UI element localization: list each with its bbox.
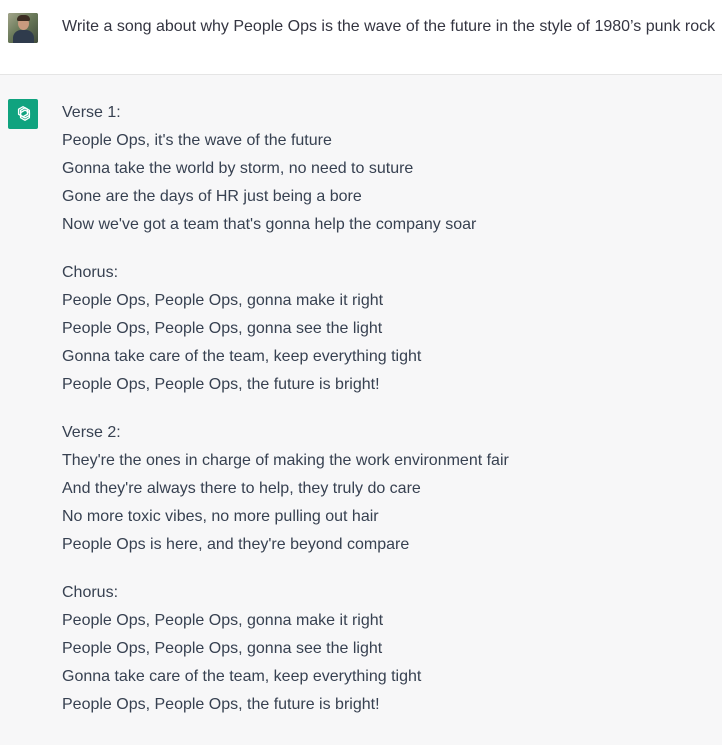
stanza-chorus-1: Chorus: People Ops, People Ops, gonna ma… <box>62 259 712 399</box>
lyric-line: People Ops, People Ops, the future is br… <box>62 376 380 393</box>
stanza-heading: Verse 2: <box>62 424 121 441</box>
lyric-line: And they're always there to help, they t… <box>62 480 421 497</box>
stanza-verse-1: Verse 1: People Ops, it's the wave of th… <box>62 99 712 239</box>
lyric-line: People Ops, it's the wave of the future <box>62 132 332 149</box>
lyric-line: People Ops, People Ops, gonna make it ri… <box>62 292 384 309</box>
lyric-line: People Ops, People Ops, gonna see the li… <box>62 640 383 657</box>
lyric-line: People Ops is here, and they're beyond c… <box>62 536 410 553</box>
stanza-heading: Chorus: <box>62 264 119 281</box>
lyric-line: Gonna take care of the team, keep everyt… <box>62 348 422 365</box>
stanza-verse-2: Verse 2: They're the ones in charge of m… <box>62 419 712 559</box>
openai-logo-icon <box>8 99 38 129</box>
user-prompt-text: Write a song about why People Ops is the… <box>62 18 716 35</box>
lyric-line: They're the ones in charge of making the… <box>62 452 509 469</box>
stanza-chorus-2: Chorus: People Ops, People Ops, gonna ma… <box>62 579 712 719</box>
stanza-heading: Chorus: <box>62 584 119 601</box>
assistant-message-row: Verse 1: People Ops, it's the wave of th… <box>0 75 722 745</box>
lyric-line: Gone are the days of HR just being a bor… <box>62 188 362 205</box>
lyric-line: Gonna take care of the team, keep everyt… <box>62 668 422 685</box>
lyric-line: No more toxic vibes, no more pulling out… <box>62 508 379 525</box>
user-message-row: Write a song about why People Ops is the… <box>0 0 722 75</box>
lyric-line: People Ops, People Ops, gonna see the li… <box>62 320 383 337</box>
lyric-line: People Ops, People Ops, gonna make it ri… <box>62 612 384 629</box>
lyric-line: Now we've got a team that's gonna help t… <box>62 216 477 233</box>
user-avatar <box>8 13 38 43</box>
lyric-line: Gonna take the world by storm, no need t… <box>62 160 414 177</box>
assistant-response-text: Verse 1: People Ops, it's the wave of th… <box>62 99 712 719</box>
lyric-line: People Ops, People Ops, the future is br… <box>62 696 380 713</box>
stanza-heading: Verse 1: <box>62 104 121 121</box>
